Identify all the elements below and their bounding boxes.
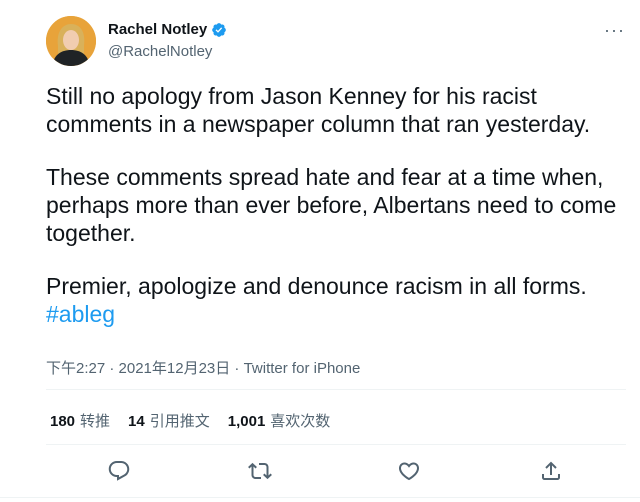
avatar[interactable] [46,16,96,66]
tweet-paragraph: Premier, apologize and denounce racism i… [46,272,626,328]
divider [46,389,626,390]
hashtag-link[interactable]: #ableg [46,301,115,327]
tweet-paragraph: Still no apology from Jason Kenney for h… [46,83,591,137]
divider [0,497,640,498]
retweet-icon[interactable] [248,459,272,483]
likes-stat[interactable]: 1,001 喜欢次数 [228,410,331,431]
more-icon[interactable]: ··· [604,20,625,41]
tweet-meta[interactable]: 下午2:27 · 2021年12月23日 · Twitter for iPhon… [46,357,360,378]
action-bar [0,459,640,483]
retweets-stat[interactable]: 180 转推 [50,410,110,431]
verified-badge-icon [212,22,227,37]
user-name[interactable]: Rachel Notley [108,21,207,38]
engagement-stats: 180 转推 14 引用推文 1,001 喜欢次数 [50,410,330,431]
tweet-paragraph: These comments spread hate and fear at a… [46,164,617,246]
tweet-text: Still no apology from Jason Kenney for h… [46,82,626,328]
divider [46,444,626,445]
reply-icon[interactable] [107,459,131,483]
quotes-stat[interactable]: 14 引用推文 [128,410,210,431]
share-icon[interactable] [539,459,563,483]
user-handle[interactable]: @RachelNotley [108,43,212,60]
tweet-last-text: Premier, apologize and denounce racism i… [46,273,587,299]
like-icon[interactable] [397,459,421,483]
